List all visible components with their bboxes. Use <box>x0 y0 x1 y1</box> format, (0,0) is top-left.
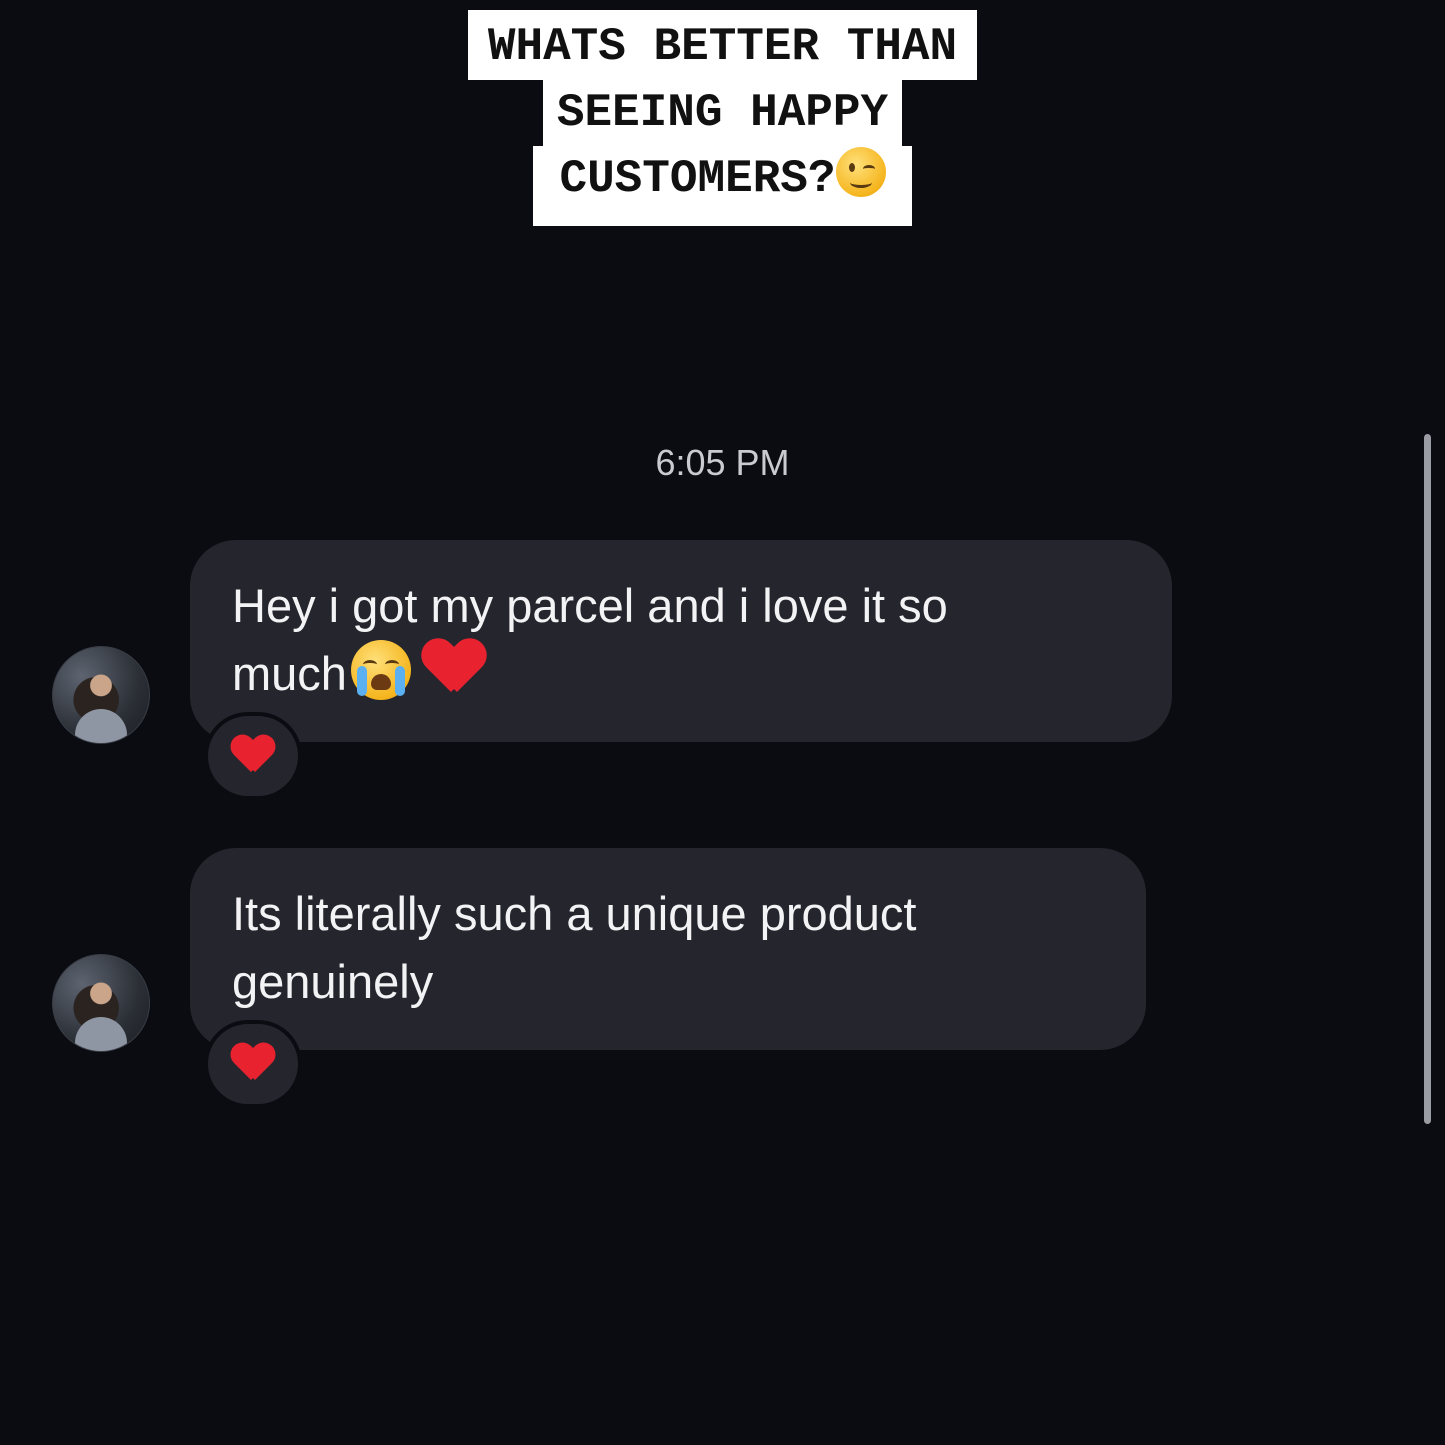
message-text-line: Hey i got my parcel and i love it so <box>232 579 948 632</box>
message-bubble[interactable]: Hey i got my parcel and i love it so muc… <box>190 540 1172 742</box>
avatar[interactable] <box>52 954 150 1052</box>
message-bubble[interactable]: Its literally such a unique product genu… <box>190 848 1146 1050</box>
avatar[interactable] <box>52 646 150 744</box>
red-heart-icon <box>423 640 485 696</box>
message-text-line-2: much <box>232 640 1128 708</box>
reaction-badge[interactable] <box>204 1020 302 1108</box>
message-text-line-2: genuinely <box>232 955 434 1008</box>
red-heart-icon <box>231 736 275 776</box>
loudly-crying-face-icon <box>350 640 411 700</box>
message-text-line: Its literally such a unique product <box>232 887 917 940</box>
message-timestamp: 6:05 PM <box>655 442 790 483</box>
scrollbar[interactable] <box>1424 434 1431 1124</box>
red-heart-icon <box>231 1044 275 1084</box>
message-text: much <box>232 647 347 700</box>
reaction-badge[interactable] <box>204 712 302 800</box>
chat-screen: WHATS BETTER THAN SEEING HAPPY CUSTOMERS… <box>0 0 1445 1445</box>
story-caption: WHATS BETTER THAN SEEING HAPPY CUSTOMERS… <box>0 10 1445 226</box>
caption-line-2: SEEING HAPPY <box>542 80 903 146</box>
caption-line-3: CUSTOMERS? <box>533 146 912 226</box>
winking-face-icon <box>835 147 886 197</box>
caption-line-3-text: CUSTOMERS? <box>559 153 836 205</box>
caption-line-1: WHATS BETTER THAN <box>467 10 978 80</box>
